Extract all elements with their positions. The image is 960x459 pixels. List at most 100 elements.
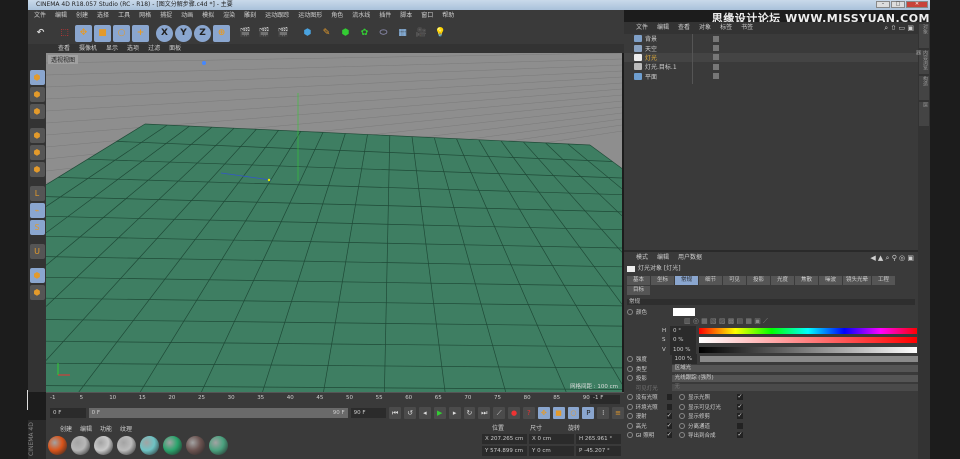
timeline-ruler[interactable]: -1 F -1 5 10 15 20 25 30 35 40 45 50 55 60 65 70 75 80 85… [46, 392, 624, 405]
key-parameter-icon[interactable]: P [582, 406, 595, 419]
z-axis-icon[interactable]: Z [194, 24, 211, 42]
anim-dot[interactable] [627, 365, 633, 372]
camera-icon[interactable]: 🎥 [413, 25, 430, 42]
attribute-menu-item[interactable]: 编辑 [657, 252, 669, 264]
workplane-lock-icon[interactable]: ⬢ [29, 268, 45, 283]
array-icon[interactable]: ✿ [356, 25, 373, 42]
viewport-menu-item[interactable]: 显示 [106, 44, 118, 53]
material-menu-item[interactable]: 编辑 [80, 424, 92, 433]
tab-4[interactable]: 可见 [723, 276, 746, 285]
checkbox[interactable] [666, 394, 672, 401]
anim-dot[interactable] [679, 394, 685, 401]
material-swatch[interactable] [71, 436, 90, 455]
value-slider[interactable] [699, 346, 917, 353]
anim-dot[interactable] [679, 413, 685, 420]
checkbox[interactable] [737, 422, 743, 429]
attribute-menu-item[interactable]: 模式 [636, 252, 648, 264]
deformer-icon[interactable]: ⬭ [375, 25, 392, 42]
s-field[interactable]: 0 % [670, 335, 696, 346]
color-swatch[interactable] [673, 307, 695, 316]
prev-key-icon[interactable]: ↺ [404, 406, 416, 419]
visibility-toggle[interactable] [713, 54, 719, 61]
anim-dot[interactable] [627, 432, 633, 439]
viewport-menu-item[interactable]: 过滤 [148, 44, 160, 53]
material-swatch[interactable] [48, 436, 67, 455]
object-menu-item[interactable]: 编辑 [657, 22, 669, 34]
menu-item[interactable]: 工具 [118, 10, 130, 22]
tweak-mode-icon[interactable]: ⌁ [29, 203, 45, 218]
range-slider[interactable]: 0 F 90 F [88, 407, 348, 418]
render-picture-icon[interactable]: 🎬 [256, 25, 273, 42]
cube-icon[interactable]: ⬢ [299, 25, 316, 42]
material-menu-item[interactable]: 创建 [60, 424, 72, 433]
menu-item[interactable]: 编辑 [55, 10, 67, 22]
viewport-menu-item[interactable]: 选项 [127, 44, 139, 53]
material-swatch[interactable] [117, 436, 136, 455]
menu-item[interactable]: 插件 [379, 10, 391, 22]
end-frame-field[interactable]: 90 F [350, 407, 387, 418]
menu-item[interactable]: 文件 [34, 10, 46, 22]
checkbox[interactable]: ✓ [737, 403, 743, 410]
pen-icon[interactable]: ✎ [318, 25, 335, 42]
menu-item[interactable]: 流水线 [352, 10, 370, 22]
saturation-slider[interactable] [699, 337, 917, 344]
object-row[interactable]: 天空 [624, 43, 918, 53]
axis-mode-icon[interactable]: L [29, 186, 45, 201]
menu-item[interactable]: 渲染 [223, 10, 235, 22]
go-to-start-icon[interactable]: ⏮ [389, 406, 402, 419]
viewport[interactable]: 透视视图 网格间距 : 100 cm [46, 53, 622, 392]
material-swatch[interactable] [94, 436, 113, 455]
visible-light-dropdown[interactable]: 无 [671, 384, 918, 392]
checkbox[interactable]: ✓ [737, 413, 743, 420]
intensity-field[interactable]: 100 % [671, 354, 697, 365]
menu-item[interactable]: 运动图形 [298, 10, 322, 22]
key-scale-icon[interactable]: ■ [552, 406, 565, 419]
key-pla-icon[interactable]: ⁞ [597, 406, 610, 419]
material-swatch[interactable] [209, 436, 228, 455]
light-icon[interactable]: 💡 [432, 25, 449, 42]
rot-h-field[interactable]: H 265.961 ° [576, 434, 621, 444]
visibility-toggle[interactable] [713, 63, 719, 70]
points-mode-icon[interactable]: ⬢ [29, 128, 45, 143]
object-row[interactable]: 灯光.目标.1 [624, 62, 918, 71]
live-select-icon[interactable]: ⬚ [56, 25, 73, 42]
menu-item[interactable]: 选择 [97, 10, 109, 22]
anim-dot[interactable] [627, 375, 633, 382]
material-swatch[interactable] [140, 436, 159, 455]
grid-icon[interactable]: ⬢ [29, 285, 45, 300]
attribute-menu-item[interactable]: 用户数据 [678, 252, 702, 264]
prev-frame-icon[interactable]: ◂ [418, 406, 431, 419]
search-icon[interactable]: ⌕ ⇧ ▭ ▣ [884, 22, 914, 34]
solo-icon[interactable]: S [29, 220, 45, 235]
snap-icon[interactable]: U [29, 244, 45, 259]
workplane-icon[interactable]: ⬢ [29, 104, 45, 119]
anim-dot[interactable] [627, 422, 633, 429]
current-frame-field[interactable]: -1 F [590, 395, 620, 404]
color-mode-icons[interactable]: ▥ ◎ ▦ ▧ ▨ ▩ ▤ ▦ ▣ ⟋ [624, 317, 918, 327]
object-menu-item[interactable]: 对象 [699, 22, 711, 34]
anim-dot[interactable] [679, 403, 685, 410]
scale-icon[interactable]: ■ [94, 24, 111, 42]
visibility-toggle[interactable] [713, 45, 719, 52]
object-menu-item[interactable]: 书签 [741, 22, 753, 34]
tab-2[interactable]: 常规 [675, 276, 698, 285]
render-settings-icon[interactable]: 🎬 [275, 25, 292, 42]
visibility-toggle[interactable] [713, 73, 719, 80]
tab-10[interactable]: 工程 [872, 276, 895, 285]
key-position-icon[interactable]: ✥ [537, 406, 550, 419]
next-key-icon[interactable]: ↻ [463, 406, 476, 419]
menu-item[interactable]: 运动跟踪 [265, 10, 289, 22]
menu-item[interactable]: 模拟 [202, 10, 214, 22]
edges-mode-icon[interactable]: ⬢ [29, 145, 45, 160]
polygons-mode-icon[interactable]: ⬢ [29, 162, 45, 177]
v-field[interactable]: 100 % [670, 344, 696, 355]
right-tab[interactable]: 构造 [919, 76, 929, 100]
menu-item[interactable]: 雕刻 [244, 10, 256, 22]
anim-dot[interactable] [627, 403, 633, 410]
anim-dot[interactable] [627, 413, 633, 420]
add-icon[interactable]: + [132, 24, 149, 42]
viewport-menu-item[interactable]: 摄像机 [79, 44, 97, 53]
model-mode-icon[interactable]: ⬢ [29, 70, 45, 85]
size-x-field[interactable]: X 0 cm [529, 434, 574, 444]
checkbox[interactable]: ✓ [737, 432, 743, 439]
